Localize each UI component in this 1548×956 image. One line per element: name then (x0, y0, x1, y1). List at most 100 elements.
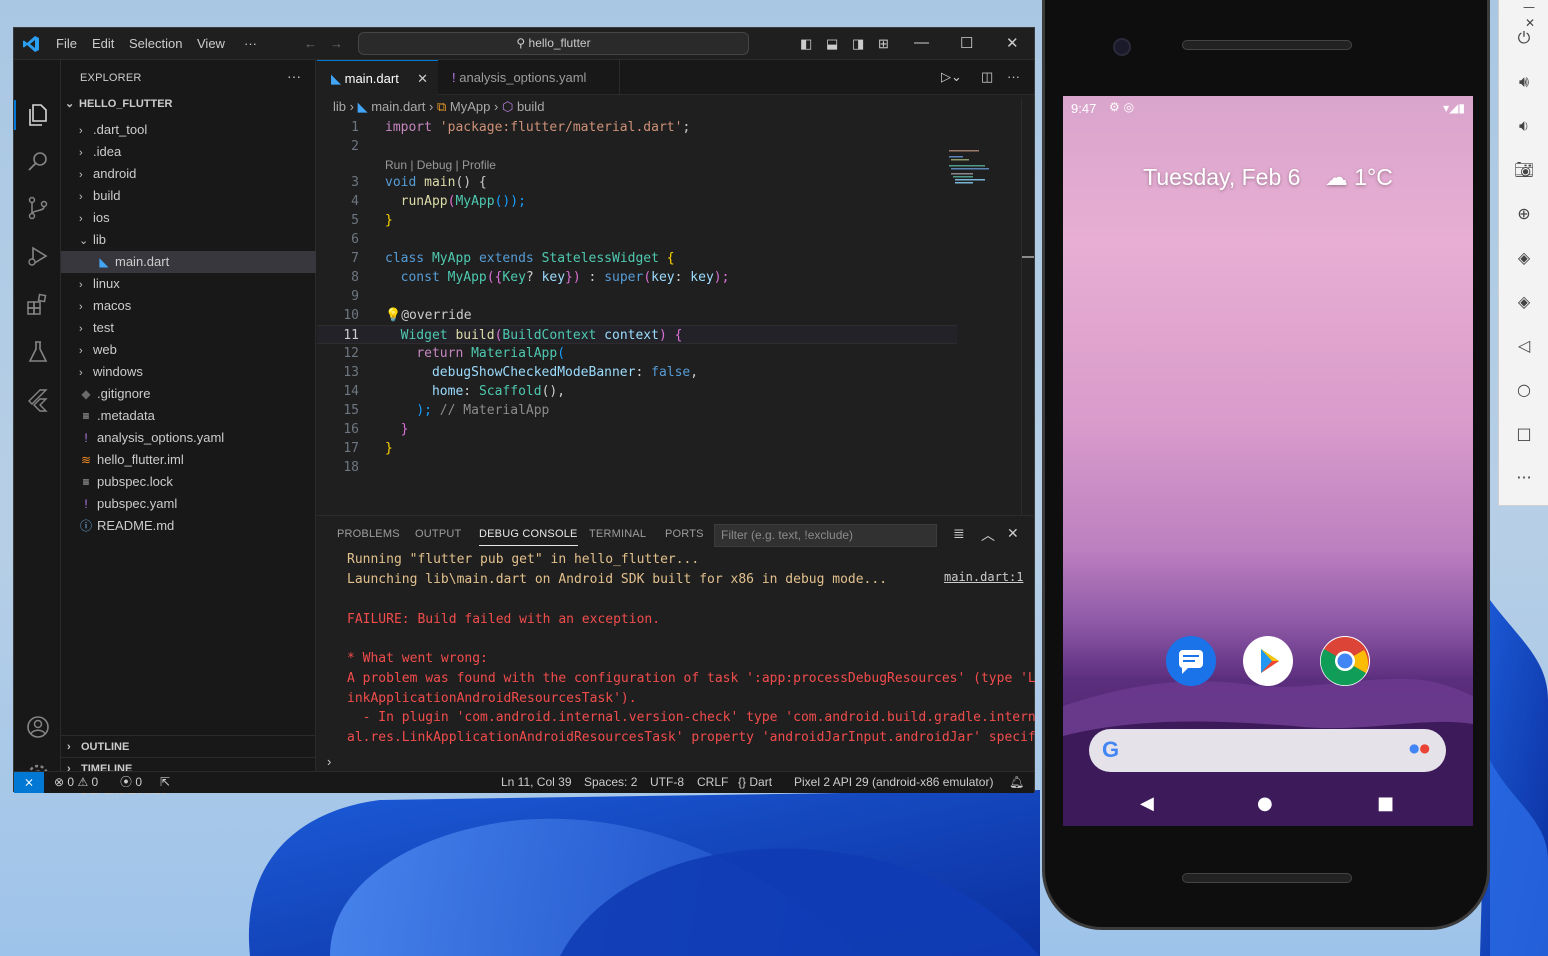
tree-item[interactable]: › windows (61, 361, 316, 383)
volume-down-icon[interactable]: 🔉︎ (1499, 116, 1548, 136)
tree-item[interactable]: › web (61, 339, 316, 361)
tree-item[interactable]: › test (61, 317, 316, 339)
source-link[interactable]: main.dart:1 (944, 570, 1023, 584)
split-editor-icon[interactable]: ◫ (981, 69, 993, 85)
toggle-secondary-sidebar-icon[interactable]: ◨ (852, 36, 864, 52)
tree-item[interactable]: ≡ .metadata (61, 405, 316, 427)
forward-arrow-icon[interactable]: → (330, 36, 343, 51)
extensions-icon[interactable] (25, 291, 51, 317)
editor-more-icon[interactable]: ··· (1007, 69, 1020, 84)
nav-back-icon[interactable]: ◀ (1140, 793, 1154, 814)
run-debug-icon[interactable] (25, 243, 51, 269)
tree-item[interactable]: ≡ pubspec.lock (61, 471, 316, 493)
close-tab-icon[interactable]: ✕ (417, 61, 428, 96)
more-actions-icon[interactable]: ··· (287, 68, 301, 84)
toolbar-minimize-icon[interactable]: — (1499, 0, 1548, 14)
section-outline[interactable]: › OUTLINE (61, 735, 316, 757)
flutter-device[interactable]: Pixel 2 API 29 (android-x86 emulator) (794, 772, 993, 793)
at-a-glance-widget[interactable]: Tuesday, Feb 6 ☁ 1°C (1063, 164, 1473, 191)
tab-analysis-options[interactable]: ! analysis_options.yaml (438, 60, 620, 95)
debug-launch-icon[interactable]: ⇱ (160, 772, 170, 793)
rotate-left-icon[interactable]: ◈ (1499, 248, 1548, 267)
close-panel-icon[interactable]: ✕ (1007, 525, 1019, 542)
google-search-bar[interactable]: G ●● (1089, 729, 1446, 772)
breadcrumb-file[interactable]: main.dart (371, 99, 425, 114)
camera-icon[interactable]: 📷︎ (1499, 160, 1548, 179)
menu-edit[interactable]: Edit (92, 36, 114, 51)
close-window-icon[interactable]: ✕ (1006, 34, 1019, 52)
tree-item[interactable]: › build (61, 185, 316, 207)
account-icon[interactable] (25, 714, 51, 740)
tree-item[interactable]: › macos (61, 295, 316, 317)
zoom-icon[interactable]: ⊕ (1499, 204, 1548, 223)
toggle-panel-icon[interactable]: ⬓ (826, 36, 838, 52)
minimap[interactable] (949, 148, 994, 188)
more-options-icon[interactable]: ··· (1499, 468, 1548, 487)
tree-item[interactable]: ◣ main.dart (61, 251, 316, 273)
maximize-icon[interactable]: ☐ (960, 34, 973, 52)
back-icon[interactable]: ◁ (1499, 336, 1548, 355)
lightbulb-icon[interactable]: 💡 (385, 308, 401, 323)
explorer-icon[interactable] (25, 102, 51, 128)
tree-item[interactable]: › .idea (61, 141, 316, 163)
tree-item[interactable]: ⌄ lib (61, 229, 316, 251)
console-prompt-icon[interactable]: › (327, 754, 331, 769)
power-icon[interactable]: ⏻ (1499, 28, 1548, 48)
indentation[interactable]: Spaces: 2 (584, 772, 637, 793)
tab-main-dart[interactable]: ◣ main.dart ✕ (317, 60, 438, 95)
notifications-bell-icon[interactable]: 🔔︎ (1009, 772, 1024, 793)
device-screen[interactable]: 9:47 ⚙ ◎ ▾◢▮ Tuesday, Feb 6 ☁ 1°C G ●● ◀… (1063, 96, 1473, 826)
remote-indicator-icon[interactable]: ⨯ (14, 772, 44, 793)
tree-item[interactable]: › linux (61, 273, 316, 295)
tree-item[interactable]: ≋ hello_flutter.iml (61, 449, 316, 471)
assistant-mic-icon[interactable]: ●● (1409, 741, 1430, 755)
toggle-sidebar-icon[interactable]: ◧ (800, 36, 812, 52)
console-filter-input[interactable]: Filter (e.g. text, !exclude) (714, 524, 937, 547)
tab-output[interactable]: OUTPUT (415, 528, 461, 540)
cursor-position[interactable]: Ln 11, Col 39 (501, 772, 572, 793)
ports-status[interactable]: ⦿ 0 (120, 772, 142, 793)
tree-item[interactable]: ! pubspec.yaml (61, 493, 316, 515)
encoding[interactable]: UTF-8 (650, 772, 684, 793)
problems-status[interactable]: ⊗ 0 ⚠ 0 (54, 772, 98, 793)
clear-console-icon[interactable]: ≣ (953, 525, 965, 542)
breadcrumb-method[interactable]: build (517, 99, 544, 114)
volume-up-icon[interactable]: 🔊︎ (1499, 72, 1548, 92)
language-mode[interactable]: {} Dart (738, 772, 772, 793)
codelens-run-debug-profile[interactable]: Run | Debug | Profile (385, 158, 496, 172)
customize-layout-icon[interactable]: ⊞ (878, 36, 889, 52)
tree-item[interactable]: ⓘ README.md (61, 515, 316, 537)
tree-item[interactable]: ! analysis_options.yaml (61, 427, 316, 449)
menu-view[interactable]: View (197, 36, 225, 51)
source-control-icon[interactable] (25, 195, 51, 221)
tree-item[interactable]: › ios (61, 207, 316, 229)
tree-item[interactable]: › android (61, 163, 316, 185)
nav-recents-icon[interactable]: ■ (1377, 793, 1394, 814)
tab-problems[interactable]: PROBLEMS (337, 528, 400, 540)
tree-item[interactable]: › .dart_tool (61, 119, 316, 141)
overview-icon[interactable]: □ (1499, 424, 1548, 443)
minimize-icon[interactable]: — (914, 34, 929, 51)
breadcrumb-class[interactable]: MyApp (450, 99, 490, 114)
search-icon[interactable] (25, 148, 51, 174)
run-icon[interactable]: ▷⌄ (941, 69, 962, 85)
nav-home-icon[interactable]: ● (1257, 793, 1273, 814)
menu-more[interactable]: ··· (244, 36, 257, 51)
chrome-icon[interactable] (1320, 636, 1370, 686)
maximize-panel-icon[interactable]: ︿ (981, 525, 995, 545)
back-arrow-icon[interactable]: ← (304, 36, 317, 51)
breadcrumb-lib[interactable]: lib (333, 99, 346, 114)
line-ending[interactable]: CRLF (697, 772, 728, 793)
home-icon[interactable]: ○ (1499, 380, 1548, 399)
tab-terminal[interactable]: TERMINAL (589, 528, 646, 540)
editor-scrollbar[interactable] (1021, 98, 1034, 515)
play-store-icon[interactable] (1243, 636, 1293, 686)
tab-ports[interactable]: PORTS (665, 528, 704, 540)
command-center-search[interactable]: ⚲ hello_flutter (358, 32, 749, 55)
messages-app-icon[interactable] (1166, 636, 1216, 686)
flutter-icon[interactable] (25, 387, 51, 413)
testing-icon[interactable] (25, 339, 51, 365)
menu-selection[interactable]: Selection (129, 36, 182, 51)
tab-debug-console[interactable]: DEBUG CONSOLE (479, 528, 578, 546)
tree-item[interactable]: ◆ .gitignore (61, 383, 316, 405)
